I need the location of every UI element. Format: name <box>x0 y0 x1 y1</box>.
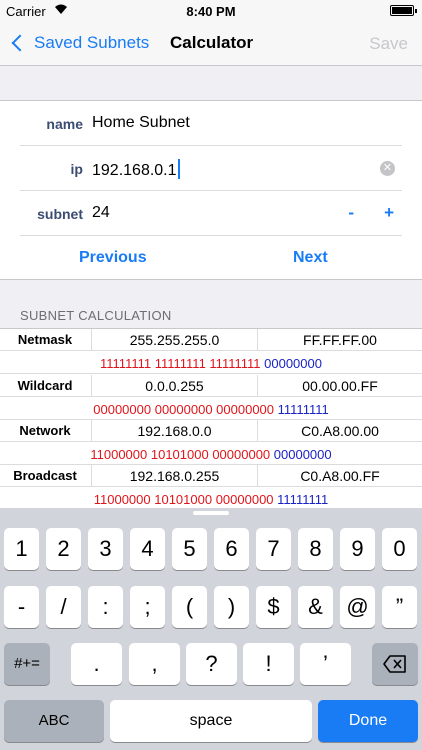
key[interactable]: & <box>298 586 333 628</box>
binary-host-bits: 00000000 <box>264 356 322 371</box>
decimal-value: 192.168.0.0 <box>91 420 257 442</box>
backspace-icon <box>383 655 406 673</box>
status-time: 8:40 PM <box>186 4 236 19</box>
done-key[interactable]: Done <box>318 700 418 742</box>
binary-network-bits: 11000000 10101000 00000000 <box>90 447 271 462</box>
key[interactable]: $ <box>256 586 291 628</box>
key[interactable]: 4 <box>130 528 165 570</box>
subnet-form: name Home Subnet ip 192.168.0.1 ✕ subnet… <box>0 100 422 280</box>
ip-field[interactable]: 192.168.0.1 <box>92 159 180 180</box>
binary-row: 00000000 00000000 00000000 11111111 <box>0 398 422 420</box>
key[interactable]: . <box>71 643 122 685</box>
navigation-bar: Saved Subnets Calculator Save <box>0 22 422 66</box>
binary-network-bits: 11111111 11111111 11111111 <box>100 356 261 371</box>
hex-value: C0.A8.00.00 <box>257 420 422 442</box>
back-button[interactable]: Saved Subnets <box>10 33 149 53</box>
binary-host-bits: 11111111 <box>277 492 329 507</box>
row-label: Broadcast <box>13 468 77 483</box>
key[interactable]: , <box>129 643 180 685</box>
symbols-key[interactable]: #+= <box>4 643 50 685</box>
subnet-decrement-button[interactable]: - <box>348 203 354 223</box>
ip-row: ip 192.168.0.1 ✕ <box>20 146 402 191</box>
subnet-calculation-table: Netmask 255.255.255.0 FF.FF.FF.00 111111… <box>0 328 422 512</box>
save-button[interactable]: Save <box>369 34 408 54</box>
key[interactable]: ( <box>172 586 207 628</box>
table-row: Network 192.168.0.0 C0.A8.00.00 <box>0 420 422 442</box>
previous-button[interactable]: Previous <box>79 249 147 267</box>
binary-host-bits: 11111111 <box>277 402 329 417</box>
binary-network-bits: 00000000 00000000 00000000 <box>93 402 275 417</box>
next-button[interactable]: Next <box>293 249 328 267</box>
table-row: Netmask 255.255.255.0 FF.FF.FF.00 <box>0 329 422 351</box>
binary-row: 11000000 10101000 00000000 11111111 <box>0 488 422 510</box>
keyboard-handle <box>193 511 229 515</box>
abc-key[interactable]: ABC <box>4 700 104 742</box>
clear-icon[interactable]: ✕ <box>380 161 395 176</box>
key[interactable]: 9 <box>340 528 375 570</box>
table-row: Wildcard 0.0.0.255 00.00.00.FF <box>0 375 422 397</box>
key[interactable]: : <box>88 586 123 628</box>
key[interactable]: / <box>46 586 81 628</box>
key[interactable]: ? <box>186 643 237 685</box>
key[interactable]: ; <box>130 586 165 628</box>
hex-value: C0.A8.00.FF <box>257 465 422 487</box>
decimal-value: 0.0.0.255 <box>91 375 257 397</box>
key[interactable]: @ <box>340 586 375 628</box>
calculator-screen: Carrier 8:40 PM Saved Subnets Calculator… <box>0 0 422 750</box>
subnet-increment-button[interactable]: + <box>384 203 394 223</box>
binary-network-bits: 11000000 10101000 00000000 <box>93 492 274 507</box>
row-label: Netmask <box>17 332 73 347</box>
chevron-left-icon <box>11 34 29 52</box>
section-header: SUBNET CALCULATION <box>20 308 172 323</box>
key[interactable]: ’ <box>300 643 351 685</box>
key[interactable]: 2 <box>46 528 81 570</box>
key[interactable]: - <box>4 586 39 628</box>
table-row: Broadcast 192.168.0.255 C0.A8.00.FF <box>0 465 422 487</box>
row-label: Network <box>19 423 71 438</box>
battery-icon <box>390 5 417 16</box>
subnet-label: subnet <box>37 206 83 222</box>
key[interactable]: ” <box>382 586 417 628</box>
key[interactable]: ) <box>214 586 249 628</box>
status-bar: Carrier 8:40 PM <box>0 0 422 22</box>
key[interactable]: 5 <box>172 528 207 570</box>
key[interactable]: 1 <box>4 528 39 570</box>
key[interactable]: 0 <box>382 528 417 570</box>
name-field[interactable]: Home Subnet <box>92 114 190 132</box>
decimal-value: 255.255.255.0 <box>91 329 257 351</box>
binary-row: 11111111 11111111 11111111 00000000 <box>0 352 422 374</box>
page-title: Calculator <box>170 33 254 52</box>
binary-row: 11000000 10101000 00000000 00000000 <box>0 443 422 465</box>
name-label: name <box>46 116 83 132</box>
back-button-label: Saved Subnets <box>34 33 150 52</box>
hex-value: FF.FF.FF.00 <box>257 329 422 351</box>
key[interactable]: 3 <box>88 528 123 570</box>
delete-key[interactable] <box>372 643 418 685</box>
numeric-keyboard: 1 2 3 4 5 6 7 8 9 0 - / : ; ( ) $ & @ ” … <box>0 508 422 750</box>
binary-host-bits: 00000000 <box>273 447 332 462</box>
key[interactable]: 6 <box>214 528 249 570</box>
name-row: name Home Subnet <box>20 101 402 146</box>
row-label: Wildcard <box>17 378 73 393</box>
key[interactable]: 8 <box>298 528 333 570</box>
space-key[interactable]: space <box>110 700 312 742</box>
key[interactable]: ! <box>243 643 294 685</box>
hex-value: 00.00.00.FF <box>257 375 422 397</box>
ip-label: ip <box>70 161 83 177</box>
subnet-row: subnet 24 - + <box>20 191 402 236</box>
decimal-value: 192.168.0.255 <box>91 465 257 487</box>
key[interactable]: 7 <box>256 528 291 570</box>
subnet-field[interactable]: 24 <box>92 204 110 222</box>
